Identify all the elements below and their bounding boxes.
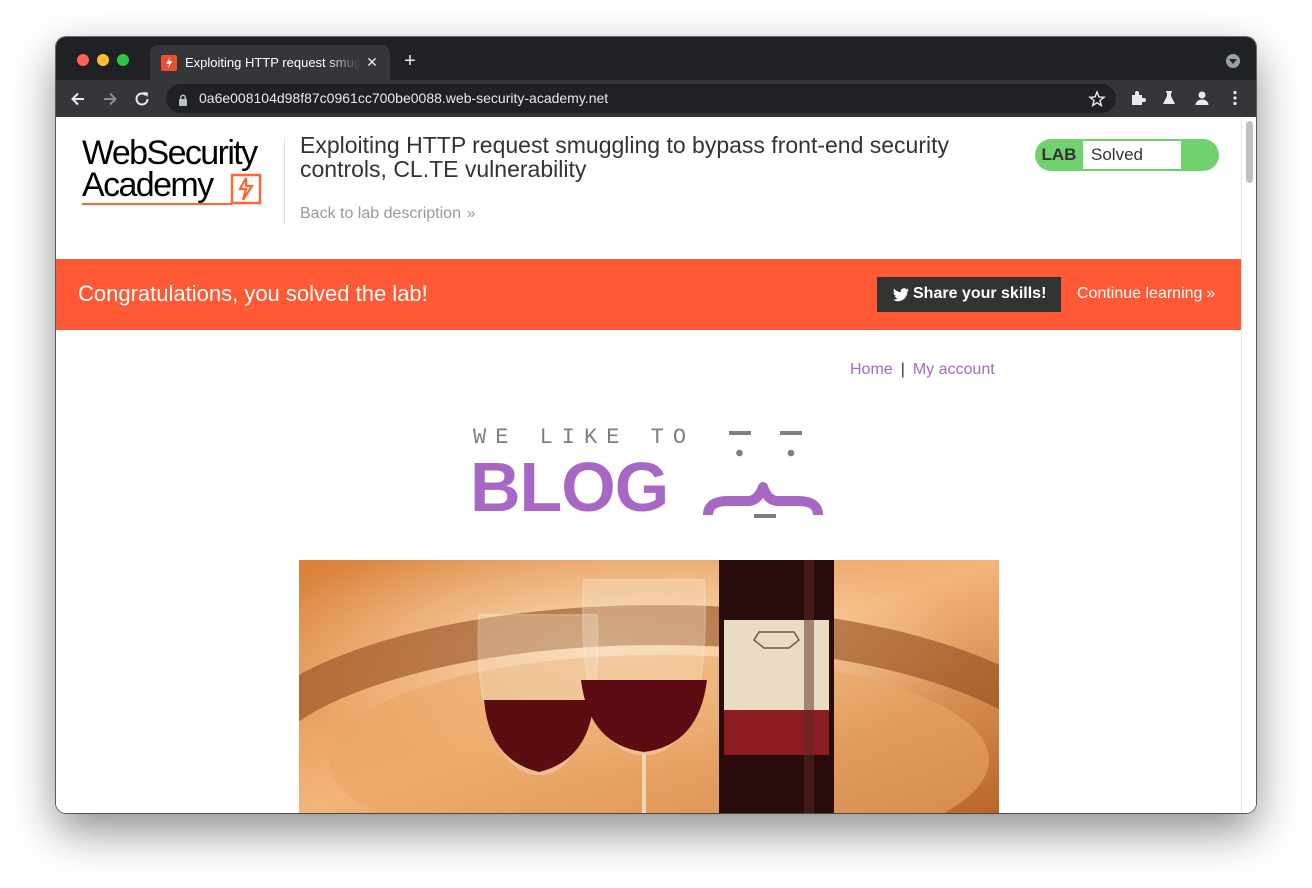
blog-hero-image-wine — [299, 560, 999, 813]
browser-window: Exploiting HTTP request smuggling to byp… — [56, 37, 1256, 813]
lab-status-text: Solved — [1083, 141, 1181, 169]
double-chevron-right-icon: » — [1206, 285, 1216, 302]
we-like-to-blog-logo: WE LIKE TO BLOG — [468, 425, 828, 528]
minimize-window-button[interactable] — [97, 54, 109, 66]
page-viewport: WebSecurity Academy Exploiting HTTP requ… — [56, 117, 1256, 813]
tab-close-icon[interactable]: ✕ — [364, 54, 380, 70]
nav-separator: | — [900, 361, 905, 378]
back-link-label: Back to lab description — [300, 205, 461, 222]
profile-icon[interactable] — [1193, 89, 1211, 107]
scrollbar-thumb[interactable] — [1246, 121, 1253, 183]
new-tab-icon[interactable]: + — [400, 51, 420, 71]
tab-title: Exploiting HTTP request smuggling to byp… — [185, 55, 361, 70]
twitter-icon — [893, 288, 909, 302]
logo-underline — [82, 203, 232, 205]
lab-title: Exploiting HTTP request smuggling to byp… — [300, 132, 949, 182]
face-brace-icon — [700, 431, 824, 528]
extensions-icon[interactable] — [1129, 89, 1147, 107]
lab-status-widget: LAB Solved — [1035, 139, 1219, 171]
nav-home-link[interactable]: Home — [850, 361, 893, 378]
double-chevron-right-icon: » — [466, 205, 476, 222]
logo-line2: Academy — [82, 166, 214, 204]
nav-my-account-link[interactable]: My account — [913, 361, 995, 378]
share-button-label: Share your skills! — [913, 285, 1047, 302]
solved-message: Congratulations, you solved the lab! — [78, 281, 428, 306]
page-scrollbar[interactable] — [1241, 117, 1256, 813]
reload-icon[interactable] — [132, 89, 152, 109]
maximize-window-button[interactable] — [117, 54, 129, 66]
share-skills-button[interactable]: Share your skills! — [877, 277, 1061, 312]
lock-icon — [178, 93, 188, 111]
close-window-button[interactable] — [77, 54, 89, 66]
blog-logo-big-text: BLOG — [470, 448, 669, 526]
lab-favicon-icon — [161, 55, 177, 71]
tab-search-icon[interactable] — [1226, 54, 1240, 68]
back-to-lab-description-link[interactable]: Back to lab description » — [300, 205, 475, 223]
browser-toolbar: 0a6e008104d98f87c0961cc700be0088.web-sec… — [56, 80, 1256, 117]
header-divider — [284, 139, 285, 225]
continue-learning-link[interactable]: Continue learning» — [1077, 285, 1215, 303]
forward-arrow-icon[interactable] — [100, 89, 120, 109]
continue-learning-label: Continue learning — [1077, 285, 1203, 302]
labs-flask-icon[interactable] — [1160, 89, 1178, 107]
tab-strip: Exploiting HTTP request smuggling to byp… — [56, 37, 1256, 80]
address-bar[interactable]: 0a6e008104d98f87c0961cc700be0088.web-sec… — [166, 84, 1116, 113]
back-arrow-icon[interactable] — [68, 89, 88, 109]
browser-tab[interactable]: Exploiting HTTP request smuggling to byp… — [150, 45, 390, 80]
star-icon[interactable] — [1088, 90, 1106, 108]
lab-badge: LAB — [1041, 145, 1077, 164]
blog-nav: Home | My account — [850, 361, 995, 379]
web-security-academy-logo[interactable]: WebSecurity Academy — [80, 135, 285, 213]
url-text[interactable]: 0a6e008104d98f87c0961cc700be0088.web-sec… — [199, 90, 608, 106]
solved-banner: Congratulations, you solved the lab! Sha… — [56, 259, 1241, 330]
academy-lightning-icon — [230, 173, 262, 210]
kebab-menu-icon[interactable] — [1226, 89, 1244, 107]
